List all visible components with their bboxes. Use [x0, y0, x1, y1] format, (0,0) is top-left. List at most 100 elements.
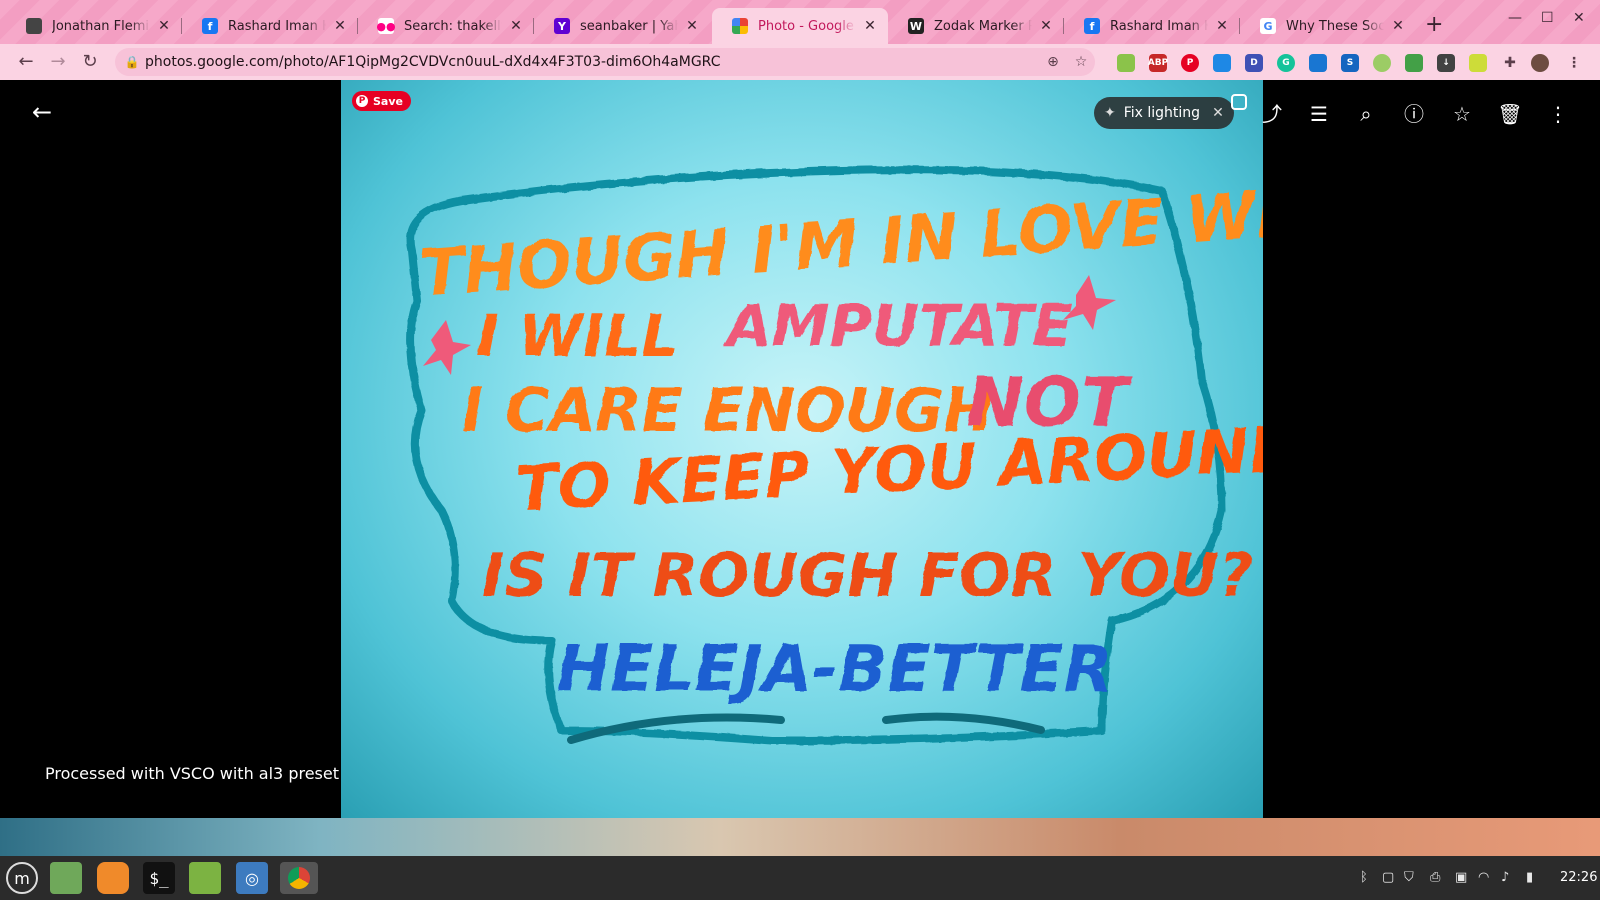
minimize-icon[interactable]: —	[1508, 10, 1522, 26]
wifi-icon[interactable]: ◠	[1478, 870, 1489, 885]
maximize-icon[interactable]: ☐	[1541, 10, 1554, 26]
tab-strip: Jonathan Fleming's ✕ f Rashard Iman Kell…	[0, 0, 1600, 44]
tab-title: Why These Social M	[1286, 18, 1384, 34]
browser-toolbar: ← → ↻ 🔒 photos.google.com/photo/AF1QipMg…	[0, 44, 1600, 80]
pinterest-save-button[interactable]: P Save	[352, 91, 411, 111]
close-icon[interactable]: ✕	[684, 18, 700, 34]
chrome-icon[interactable]	[280, 862, 318, 894]
facebook-icon: f	[1084, 18, 1100, 34]
tab-why-these-social[interactable]: G Why These Social M ✕	[1240, 8, 1416, 44]
fix-lighting-chip[interactable]: ✦ Fix lighting ✕	[1094, 97, 1234, 129]
bluetooth-icon[interactable]: ᛒ	[1360, 870, 1368, 885]
address-bar[interactable]: 🔒 photos.google.com/photo/AF1QipMg2CVDVc…	[115, 48, 1095, 76]
yahoo-icon: Y	[554, 18, 570, 34]
menu-icon[interactable]: ⋮	[1565, 54, 1583, 72]
close-icon[interactable]: ✕	[1038, 18, 1054, 34]
tab-title: Zodak Marker Pulls	[934, 18, 1032, 34]
printer-icon[interactable]: ⎙	[1430, 870, 1440, 885]
tab-zodak-marker[interactable]: W Zodak Marker Pulls ✕	[888, 8, 1064, 44]
tab-rashard-iman-kelly[interactable]: f Rashard Iman Kelly ✕	[182, 8, 358, 44]
edit-icon[interactable]: ☰	[1305, 100, 1333, 128]
adblock-icon[interactable]: ABP	[1148, 54, 1168, 72]
show-desktop-icon[interactable]	[50, 862, 82, 894]
photo[interactable]: THOUGH I'M IN LOVE WITH IT I WILL AMPUTA…	[341, 80, 1263, 818]
share-icon[interactable]: ⤴	[1258, 100, 1286, 128]
tab-yahoo[interactable]: Y seanbaker | Yahoo ✕	[534, 8, 710, 44]
sparkle-icon: ✦	[1104, 105, 1116, 121]
files-icon[interactable]	[189, 862, 221, 894]
pin-save-label: Save	[373, 94, 403, 108]
extension-icon[interactable]	[1405, 54, 1423, 72]
tab-title: Jonathan Fleming's	[52, 18, 150, 34]
storage-icon[interactable]: ▣	[1455, 870, 1467, 885]
puzzle-icon[interactable]: ✚	[1501, 54, 1519, 72]
tab-rashard-iman-kelly-2[interactable]: f Rashard Iman Kelly ✕	[1064, 8, 1240, 44]
zoom-icon[interactable]: ⌕	[1352, 100, 1380, 128]
close-icon[interactable]: ✕	[1212, 105, 1224, 121]
firefox-icon[interactable]	[97, 862, 129, 894]
google-icon: G	[1260, 18, 1276, 34]
shield-icon[interactable]: ⛉	[1404, 870, 1414, 885]
photo-caption: Processed with VSCO with al3 preset	[45, 764, 339, 783]
tab-title: Rashard Iman Kelly	[228, 18, 326, 34]
forward-icon[interactable]: →	[46, 50, 70, 74]
tab-title: Search: thakellys | F	[404, 18, 502, 34]
grammarly-icon[interactable]: G	[1277, 54, 1295, 72]
volume-icon[interactable]: ♪	[1501, 870, 1509, 885]
tab-title: Photo - Google Ph	[758, 18, 856, 34]
reload-icon[interactable]: ↻	[78, 50, 102, 74]
graffiti-artwork: THOUGH I'M IN LOVE WITH IT I WILL AMPUTA…	[405, 164, 1263, 744]
clock[interactable]: 22:26	[1560, 870, 1597, 885]
photo-viewer: THOUGH I'M IN LOVE WITH IT I WILL AMPUTA…	[4, 80, 1596, 818]
tab-jonathan-fleming[interactable]: Jonathan Fleming's ✕	[6, 8, 182, 44]
clipboard-icon[interactable]: ▢	[1382, 870, 1394, 885]
back-icon[interactable]: ←	[14, 50, 38, 74]
taskbar: m $_ ◎ ᛒ ▢ ⛉ ⎙ ▣ ◠ ♪ ▮ 22:26	[0, 856, 1600, 900]
terminal-icon[interactable]: $_	[143, 862, 175, 894]
window-close-icon[interactable]: ✕	[1573, 10, 1585, 26]
favorite-icon[interactable]: ☆	[1448, 100, 1476, 128]
camera-icon[interactable]: ◎	[236, 862, 268, 894]
pinterest-icon: P	[356, 95, 368, 107]
tab-flickr-search[interactable]: ●● Search: thakellys | F ✕	[358, 8, 534, 44]
close-icon[interactable]: ✕	[508, 18, 524, 34]
extension-d-icon[interactable]: D	[1245, 54, 1263, 72]
lock-icon: 🔒	[124, 55, 140, 69]
extension-s-icon[interactable]: S	[1341, 54, 1359, 72]
bookmark-star-icon[interactable]: ☆	[1067, 54, 1095, 70]
delete-icon[interactable]: 🗑	[1496, 100, 1524, 128]
install-icon[interactable]: ⊕	[1039, 54, 1067, 70]
graffiti-line-5: IS IT ROUGH FOR YOU?	[481, 540, 1253, 610]
url-text[interactable]: photos.google.com/photo/AF1QipMg2CVDVcn0…	[145, 54, 1039, 70]
tab-title: Rashard Iman Kelly	[1110, 18, 1208, 34]
extension-icon[interactable]	[1117, 54, 1135, 72]
tab-google-photos[interactable]: Photo - Google Ph ✕	[712, 8, 888, 44]
graffiti-line-2b: AMPUTATE	[722, 291, 1072, 359]
lens-icon[interactable]	[1231, 94, 1247, 110]
w-icon: W	[908, 18, 924, 34]
pinterest-icon[interactable]: P	[1181, 54, 1199, 72]
star-doodle	[423, 320, 471, 375]
tab-title: seanbaker | Yahoo	[580, 18, 678, 34]
new-tab-button[interactable]: +	[1425, 12, 1443, 37]
extension-icon[interactable]	[1309, 54, 1327, 72]
graffiti-signature: HELEJA-BETTER	[556, 632, 1112, 706]
desktop-wallpaper	[0, 818, 1600, 856]
flickr-icon: ●●	[376, 18, 396, 34]
battery-icon[interactable]: ▮	[1526, 870, 1533, 885]
close-icon[interactable]: ✕	[1214, 18, 1230, 34]
download-icon[interactable]: ↓	[1437, 54, 1455, 72]
close-icon[interactable]: ✕	[1390, 18, 1406, 34]
info-icon[interactable]: ⓘ	[1400, 100, 1428, 128]
start-menu-icon[interactable]: m	[6, 862, 38, 894]
close-icon[interactable]: ✕	[862, 18, 878, 34]
extension-icon[interactable]	[1213, 54, 1231, 72]
avatar[interactable]	[1531, 54, 1549, 72]
more-icon[interactable]: ⋮	[1544, 100, 1572, 128]
back-arrow-icon[interactable]: ←	[28, 98, 56, 126]
close-icon[interactable]: ✕	[156, 18, 172, 34]
extension-icon[interactable]	[1469, 54, 1487, 72]
extension-icon[interactable]	[1373, 54, 1391, 72]
graffiti-line-2a: I WILL	[476, 301, 677, 369]
close-icon[interactable]: ✕	[332, 18, 348, 34]
